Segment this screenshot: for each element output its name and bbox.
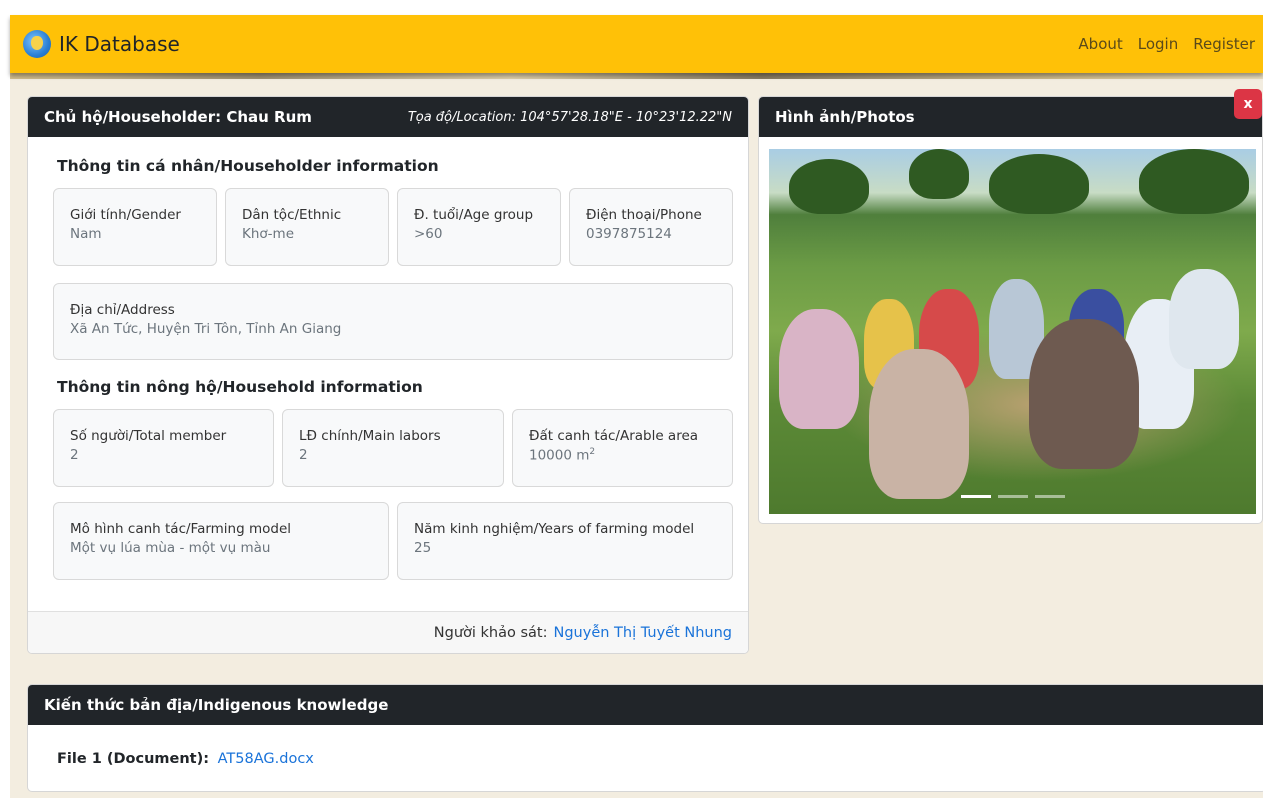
- carousel-indicators: [961, 495, 1065, 498]
- ethnic-label: Dân tộc/Ethnic: [242, 207, 342, 223]
- person-shape: [779, 309, 859, 429]
- knowledge-title: Kiến thức bản địa/Indigenous knowledge: [44, 696, 389, 714]
- phone-value: 0397875124: [586, 226, 672, 242]
- age-box: Đ. tuổi/Age group >60: [397, 188, 561, 266]
- arable-area-box: Đất canh tác/Arable area 10000 m2: [512, 409, 733, 487]
- person-shape: [1029, 319, 1139, 469]
- nav-about-link[interactable]: About: [1078, 35, 1122, 53]
- person-shape: [1169, 269, 1239, 369]
- phone-box: Điện thoại/Phone 0397875124: [569, 188, 733, 266]
- carousel-dot-1[interactable]: [961, 495, 991, 498]
- years-label: Năm kinh nghiệm/Years of farming model: [414, 521, 695, 537]
- householder-card: Chủ hộ/Householder: Chau Rum Tọa độ/Loca…: [27, 96, 749, 654]
- total-member-value: 2: [70, 447, 79, 463]
- gender-box: Giới tính/Gender Nam: [53, 188, 217, 266]
- file-line: File 1 (Document): AT58AG.docx: [57, 751, 314, 767]
- nav-register-link[interactable]: Register: [1193, 35, 1255, 53]
- brand-title: IK Database: [59, 32, 180, 56]
- close-button[interactable]: x: [1234, 89, 1262, 119]
- location-text: Tọa độ/Location: 104°57'28.18"E - 10°23'…: [407, 109, 732, 125]
- personal-info-heading: Thông tin cá nhân/Householder informatio…: [57, 157, 439, 175]
- file-link[interactable]: AT58AG.docx: [218, 751, 314, 767]
- main-labors-label: LĐ chính/Main labors: [299, 428, 441, 444]
- householder-footer: Người khảo sát: Nguyễn Thị Tuyết Nhung: [28, 611, 748, 653]
- tree-shape: [909, 149, 969, 199]
- knowledge-card: Kiến thức bản địa/Indigenous knowledge F…: [27, 684, 1263, 792]
- main-labors-value: 2: [299, 447, 308, 463]
- arable-area-unit-sup: 2: [589, 447, 596, 457]
- ethnic-box: Dân tộc/Ethnic Khơ-me: [225, 188, 389, 266]
- nav-login-link[interactable]: Login: [1138, 35, 1178, 53]
- brand[interactable]: IK Database: [23, 30, 180, 58]
- photos-header: Hình ảnh/Photos: [759, 97, 1262, 137]
- field-photo[interactable]: [769, 149, 1256, 514]
- age-value: >60: [414, 226, 443, 242]
- age-label: Đ. tuổi/Age group: [414, 207, 534, 223]
- carousel-dot-3[interactable]: [1035, 495, 1065, 498]
- years-box: Năm kinh nghiệm/Years of farming model 2…: [397, 502, 733, 580]
- logo-icon: [23, 30, 51, 58]
- tree-shape: [1139, 149, 1249, 214]
- address-value: Xã An Tức, Huyện Tri Tôn, Tỉnh An Giang: [70, 321, 342, 337]
- file-label: File 1 (Document):: [57, 751, 210, 767]
- phone-label: Điện thoại/Phone: [586, 207, 702, 223]
- householder-title: Chủ hộ/Householder: Chau Rum: [44, 108, 312, 126]
- household-info-heading: Thông tin nông hộ/Household information: [57, 378, 423, 396]
- person-shape: [869, 349, 969, 499]
- arable-area-number: 10000 m: [529, 447, 590, 464]
- farming-model-box: Mô hình canh tác/Farming model Một vụ lú…: [53, 502, 389, 580]
- total-member-label: Số người/Total member: [70, 428, 227, 444]
- tree-shape: [789, 159, 869, 214]
- background-image-strip: [10, 73, 1263, 79]
- years-value: 25: [414, 540, 432, 556]
- navbar: IK Database About Login Register: [10, 15, 1263, 73]
- address-box: Địa chỉ/Address Xã An Tức, Huyện Tri Tôn…: [53, 283, 733, 360]
- surveyor-link[interactable]: Nguyễn Thị Tuyết Nhung: [554, 625, 733, 641]
- photos-card: Hình ảnh/Photos: [758, 96, 1263, 524]
- carousel-dot-2[interactable]: [998, 495, 1028, 498]
- address-label: Địa chỉ/Address: [70, 302, 175, 318]
- tree-shape: [989, 154, 1089, 214]
- farming-model-label: Mô hình canh tác/Farming model: [70, 521, 292, 537]
- gender-value: Nam: [70, 226, 102, 242]
- ethnic-value: Khơ-me: [242, 226, 294, 242]
- knowledge-header: Kiến thức bản địa/Indigenous knowledge: [28, 685, 1263, 725]
- main-labors-box: LĐ chính/Main labors 2: [282, 409, 504, 487]
- arable-area-value: 10000 m2: [529, 447, 732, 464]
- householder-header: Chủ hộ/Householder: Chau Rum Tọa độ/Loca…: [28, 97, 748, 137]
- total-member-box: Số người/Total member 2: [53, 409, 274, 487]
- arable-area-label: Đất canh tác/Arable area: [529, 428, 699, 444]
- photos-title: Hình ảnh/Photos: [775, 108, 915, 126]
- nav-links: About Login Register: [1078, 35, 1255, 53]
- farming-model-value: Một vụ lúa mùa - một vụ màu: [70, 540, 271, 556]
- surveyor-label: Người khảo sát:: [433, 624, 548, 641]
- page-bottom: [10, 792, 1263, 798]
- gender-label: Giới tính/Gender: [70, 207, 181, 223]
